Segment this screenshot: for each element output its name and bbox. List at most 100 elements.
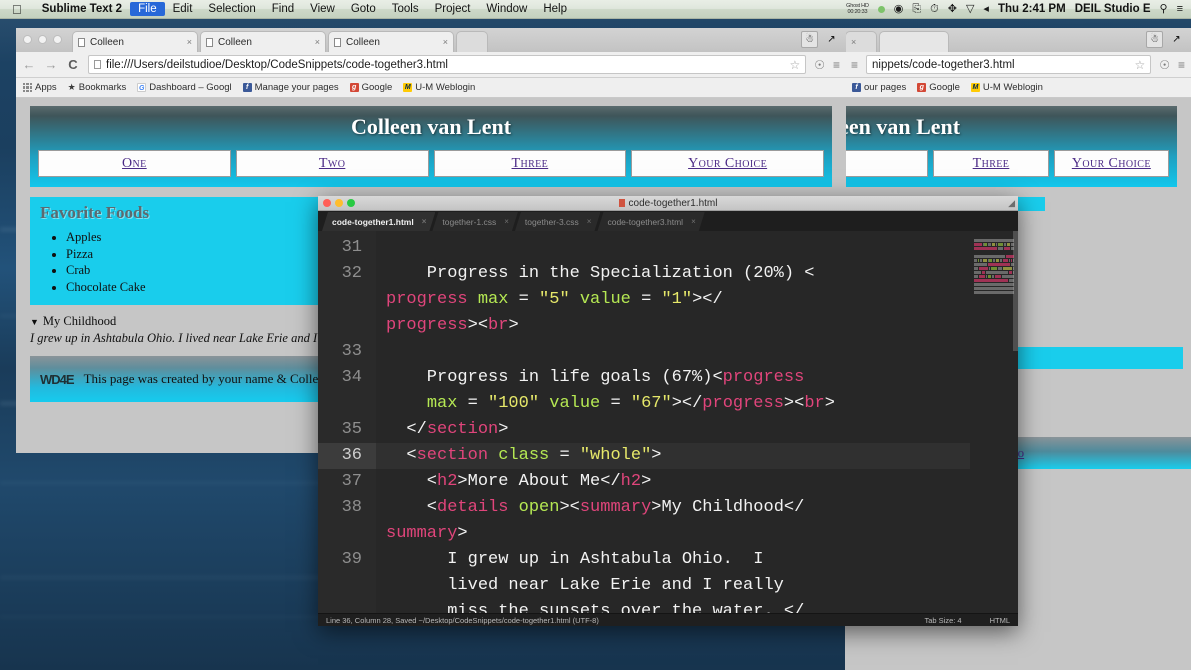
- menu-app-name[interactable]: Sublime Text 2: [34, 2, 130, 16]
- chrome-menu-icon[interactable]: ≡: [1178, 58, 1185, 72]
- close-icon[interactable]: ×: [422, 217, 427, 226]
- disclosure-triangle-icon[interactable]: ▼: [30, 317, 39, 327]
- tab-size-status[interactable]: Tab Size: 4: [896, 616, 961, 625]
- bg-nav-item[interactable]: [845, 150, 929, 177]
- code-line[interactable]: progress max = "5" value = "1"></: [376, 287, 970, 313]
- bg-nav-item-three[interactable]: Three: [933, 150, 1049, 177]
- sublime-text-window[interactable]: code-together1.html ◢ code-together1.htm…: [318, 196, 1018, 626]
- bookmark-item[interactable]: f our pages: [852, 82, 906, 93]
- sublime-tab-together-1-css[interactable]: together-1.css ×: [432, 212, 518, 231]
- syntax-status[interactable]: HTML: [962, 616, 1010, 625]
- close-icon[interactable]: ×: [691, 217, 696, 226]
- timemachine-icon[interactable]: ⏱: [930, 3, 939, 15]
- nav-item-three[interactable]: Three: [433, 150, 627, 177]
- code-line[interactable]: summary>: [376, 521, 970, 547]
- sublime-tab-together-3-css[interactable]: together-3.css ×: [515, 212, 601, 231]
- maximize-icon[interactable]: ↗: [1168, 31, 1185, 48]
- menu-item-find[interactable]: Find: [264, 2, 302, 16]
- close-window-button[interactable]: [323, 199, 331, 207]
- bookmark-um-weblogin[interactable]: M U-M Weblogin: [403, 82, 475, 93]
- bookmark-item[interactable]: M U-M Weblogin: [970, 82, 1043, 93]
- code-editor-area[interactable]: Progress in the Specialization (20%) < pr…: [376, 231, 970, 613]
- bookmark-manage-pages[interactable]: f Manage your pages: [242, 82, 339, 93]
- page-action-icon[interactable]: ☉: [814, 58, 825, 72]
- nav-link-three[interactable]: Three: [512, 156, 549, 171]
- bookmark-bookmarks[interactable]: ★ Bookmarks: [68, 82, 127, 93]
- code-line[interactable]: I grew up in Ashtabula Ohio. I: [376, 547, 970, 573]
- maximize-window-button[interactable]: [347, 199, 355, 207]
- close-icon[interactable]: ×: [851, 37, 856, 47]
- nav-item-your-choice[interactable]: Your Choice: [631, 150, 824, 177]
- notification-center-icon[interactable]: ≡: [1177, 3, 1183, 15]
- nav-item-two[interactable]: Two: [235, 150, 429, 177]
- nav-link-two[interactable]: Two: [319, 156, 345, 171]
- menu-item-window[interactable]: Window: [478, 2, 535, 16]
- code-line[interactable]: Progress in life goals (67%)<progress: [376, 365, 970, 391]
- menu-item-file[interactable]: File: [130, 2, 165, 16]
- close-window-button[interactable]: [23, 35, 32, 44]
- close-icon[interactable]: ×: [504, 217, 509, 226]
- maximize-window-button[interactable]: [53, 35, 62, 44]
- code-line[interactable]: Progress in the Specialization (20%) <: [376, 261, 970, 287]
- new-tab-button[interactable]: [456, 31, 488, 52]
- menu-item-project[interactable]: Project: [427, 2, 479, 16]
- nav-link-your-choice[interactable]: Your Choice: [688, 156, 767, 171]
- browser-tab-1[interactable]: Colleen ×: [72, 31, 198, 52]
- menu-clock[interactable]: Thu 2:41 PM: [998, 3, 1066, 15]
- bg-browser-new-tab[interactable]: [879, 31, 949, 52]
- minimap[interactable]: [970, 231, 1018, 613]
- sublime-traffic-lights[interactable]: [323, 199, 355, 207]
- window-traffic-lights[interactable]: [23, 35, 62, 44]
- menu-item-view[interactable]: View: [302, 2, 343, 16]
- front-browser-window-controls[interactable]: ☃ ↗: [801, 31, 840, 48]
- globe-icon[interactable]: ◉: [894, 3, 904, 15]
- bg-browser-url-input[interactable]: nippets/code-together3.html ☆: [866, 55, 1152, 74]
- sublime-tab-code-together3-html[interactable]: code-together3.html ×: [597, 212, 704, 231]
- close-icon[interactable]: ×: [443, 37, 448, 47]
- nav-item-one[interactable]: One: [38, 150, 231, 177]
- menu-item-edit[interactable]: Edit: [165, 2, 201, 16]
- search-icon[interactable]: ⚲: [1160, 3, 1168, 15]
- bg-browser-tab[interactable]: ×: [845, 31, 877, 52]
- code-line[interactable]: <section class = "whole">: [376, 443, 970, 469]
- bookmark-google[interactable]: g Google: [349, 82, 392, 93]
- bg-browser-window-controls[interactable]: ☃ ↗: [1146, 31, 1185, 48]
- bookmark-star-icon[interactable]: ☆: [789, 58, 800, 72]
- code-line[interactable]: lived near Lake Erie and I really: [376, 573, 970, 599]
- sublime-title-bar[interactable]: code-together1.html ◢: [318, 196, 1018, 211]
- hamburger-menu-icon[interactable]: ≡: [851, 58, 858, 72]
- forward-arrow-icon[interactable]: →: [44, 57, 58, 72]
- close-icon[interactable]: ×: [315, 37, 320, 47]
- code-line[interactable]: max = "100" value = "67"></progress><br>: [376, 391, 970, 417]
- maximize-icon[interactable]: ↗: [823, 31, 840, 48]
- browser-tab-2[interactable]: Colleen ×: [200, 31, 326, 52]
- code-line[interactable]: <h2>More About Me</h2>: [376, 469, 970, 495]
- minimize-window-button[interactable]: [335, 199, 343, 207]
- back-arrow-icon[interactable]: ←: [22, 57, 36, 72]
- reload-icon[interactable]: C: [66, 57, 80, 72]
- code-line[interactable]: progress><br>: [376, 313, 970, 339]
- airplay-icon[interactable]: ⎘: [912, 3, 921, 15]
- scrollbar[interactable]: [1013, 231, 1018, 351]
- sublime-tab-code-together1-html[interactable]: code-together1.html ×: [322, 212, 435, 231]
- bookmark-dashboard[interactable]: G Dashboard – Googl: [137, 82, 232, 93]
- code-line[interactable]: [376, 339, 970, 365]
- dropbox-icon[interactable]: [877, 5, 885, 13]
- bookmark-apps[interactable]: Apps: [23, 82, 57, 93]
- volume-icon[interactable]: ◂: [983, 3, 989, 15]
- code-line[interactable]: </section>: [376, 417, 970, 443]
- profile-icon[interactable]: ☃: [801, 31, 818, 48]
- menu-item-goto[interactable]: Goto: [343, 2, 384, 16]
- apple-icon[interactable]: : [12, 3, 22, 16]
- menu-item-tools[interactable]: Tools: [384, 2, 427, 16]
- menu-item-selection[interactable]: Selection: [200, 2, 263, 16]
- profile-icon[interactable]: ☃: [1146, 31, 1163, 48]
- resize-icon[interactable]: ◢: [1008, 198, 1015, 209]
- bookmark-item[interactable]: g Google: [917, 82, 960, 93]
- minimize-window-button[interactable]: [38, 35, 47, 44]
- code-line[interactable]: <details open><summary>My Childhood</: [376, 495, 970, 521]
- url-input[interactable]: file:///Users/deilstudioe/Desktop/CodeSn…: [88, 55, 807, 74]
- browser-tab-3[interactable]: Colleen ×: [328, 31, 454, 52]
- bg-nav-item-your-choice[interactable]: Your Choice: [1053, 150, 1169, 177]
- bluetooth-icon[interactable]: ✥: [948, 3, 957, 15]
